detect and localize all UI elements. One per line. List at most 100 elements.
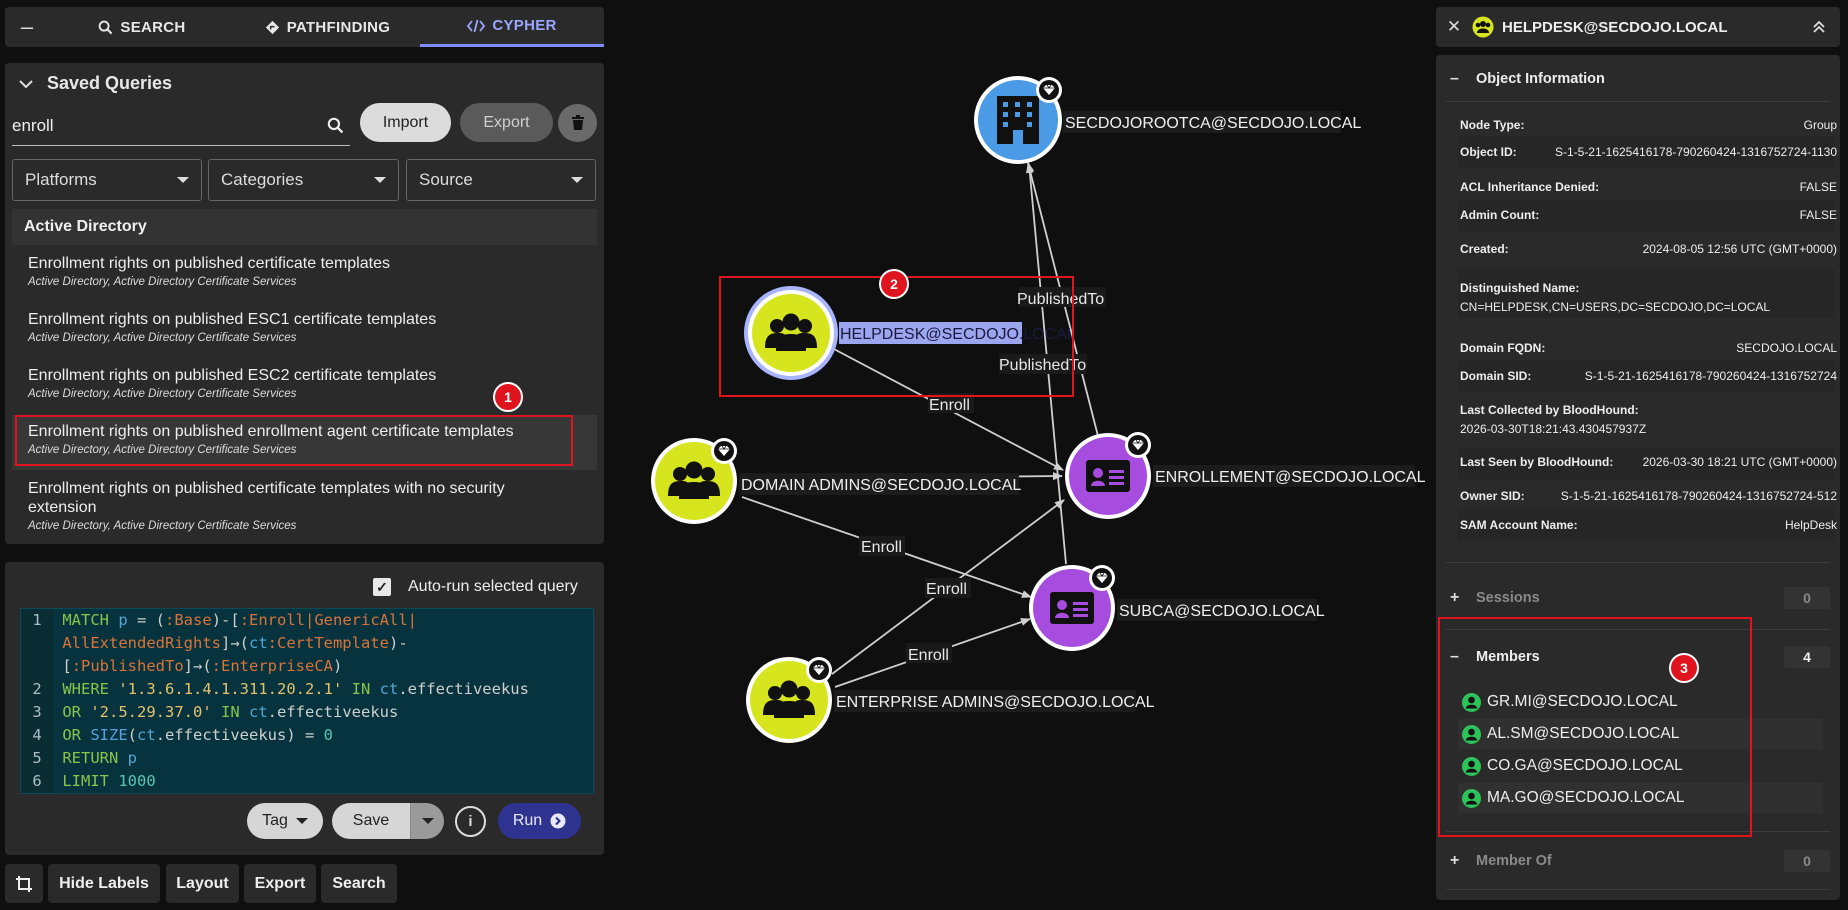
- property-key: Domain FQDN:: [1460, 341, 1546, 355]
- code-token: AllExtendedRights: [62, 634, 221, 652]
- tier-zero-icon: [1124, 431, 1152, 459]
- tier-zero-icon: [1035, 76, 1063, 104]
- graph-canvas[interactable]: PublishedTo PublishedTo Enroll Enroll En…: [610, 0, 1430, 910]
- property-row: Created: 2024-08-05 12:56 UTC (GMT+0000): [1460, 242, 1837, 256]
- tag-button-label: Tag: [262, 812, 288, 829]
- tab-cypher[interactable]: CYPHER: [420, 7, 604, 47]
- query-list-item[interactable]: Enrollment rights on published certifica…: [12, 254, 597, 288]
- run-button[interactable]: Run: [498, 803, 581, 839]
- layout-button[interactable]: Layout: [166, 864, 239, 903]
- line-number: 3: [32, 703, 42, 721]
- collapse-menu-button[interactable]: –: [5, 7, 49, 47]
- hide-labels-button[interactable]: Hide Labels: [48, 864, 160, 903]
- code-token: :Enroll|GenericAll|: [239, 611, 417, 629]
- autorun-label: Auto-run selected query: [408, 578, 578, 595]
- property-key: Created:: [1460, 242, 1509, 256]
- source-select[interactable]: Source: [406, 159, 596, 201]
- object-information-header[interactable]: – Object Information: [1446, 57, 1830, 101]
- query-list-item[interactable]: Enrollment rights on published ESC1 cert…: [12, 310, 597, 344]
- members-count: 4: [1784, 646, 1830, 668]
- crop-button[interactable]: [5, 864, 43, 903]
- autorun-checkbox[interactable]: ✓ Auto-run selected query: [373, 578, 578, 596]
- plus-icon: +: [1450, 852, 1460, 869]
- sessions-label: Sessions: [1476, 590, 1540, 606]
- import-button[interactable]: Import: [360, 103, 451, 142]
- member-of-count: 0: [1784, 850, 1830, 872]
- annotation-box: [15, 415, 573, 466]
- cypher-code-editor[interactable]: 1 MATCH p = (:Base)-[:Enroll|GenericAll|…: [20, 608, 594, 794]
- tab-search-label: SEARCH: [120, 18, 186, 36]
- node-label-subca: SUBCA@SECDOJO.LOCAL: [1119, 603, 1325, 620]
- code-token: ct: [379, 680, 399, 698]
- line-number: 2: [32, 680, 42, 698]
- categories-select[interactable]: Categories: [208, 159, 399, 201]
- saved-queries-header[interactable]: Saved Queries: [19, 73, 172, 94]
- node-label-rootca: SECDOJOROOTCA@SECDOJO.LOCAL: [1065, 115, 1361, 132]
- node-domain-admins[interactable]: DOMAIN ADMINS@SECDOJO.LOCAL: [651, 437, 1021, 524]
- code-token: ]→(: [183, 657, 212, 675]
- property-value: 2024-08-05 12:56 UTC (GMT+0000): [1642, 242, 1837, 256]
- tab-pathfinding[interactable]: PATHFINDING: [235, 7, 420, 47]
- node-rootca[interactable]: SECDOJOROOTCA@SECDOJO.LOCAL: [974, 76, 1361, 164]
- trash-icon: [571, 115, 584, 130]
- building-icon: [997, 96, 1039, 144]
- property-key: Domain SID:: [1460, 369, 1532, 383]
- property-row: Domain SID: S-1-5-21-1625416178-790260424…: [1460, 369, 1837, 383]
- caret-down-icon: [421, 818, 434, 824]
- info-icon[interactable]: i: [455, 806, 486, 837]
- property-row: Node Type: Group: [1460, 118, 1837, 132]
- line-number: 6: [32, 772, 42, 790]
- query-list-item[interactable]: Enrollment rights on published certifica…: [12, 479, 597, 532]
- search-graph-button[interactable]: Search: [321, 864, 397, 903]
- member-of-header[interactable]: + Member Of 0: [1446, 839, 1830, 883]
- minus-icon: –: [1450, 70, 1459, 87]
- sessions-header[interactable]: + Sessions 0: [1446, 576, 1830, 620]
- tag-button[interactable]: Tag: [247, 803, 323, 839]
- save-button-group: Save: [332, 803, 444, 839]
- code-token: = (: [127, 611, 166, 629]
- code-line: AllExtendedRights]→(ct:CertTemplate)-: [21, 632, 591, 655]
- tab-search[interactable]: SEARCH: [49, 7, 235, 47]
- property-value: 2026-03-30T18:21:43.430457937Z: [1460, 422, 1647, 436]
- code-token: (: [127, 726, 138, 744]
- code-token: MATCH: [62, 611, 119, 629]
- categories-select-value: Categories: [221, 170, 304, 189]
- property-value: S-1-5-21-1625416178-790260424-1316752724…: [1560, 489, 1837, 503]
- member-of-label: Member Of: [1476, 853, 1552, 869]
- close-icon[interactable]: ✕: [1436, 17, 1472, 37]
- annotation-badge: 1: [493, 382, 523, 412]
- code-token: :PublishedTo: [71, 657, 184, 675]
- property-row: Object ID: S-1-5-21-1625416178-790260424-…: [1460, 145, 1837, 159]
- code-token: [: [62, 657, 72, 675]
- tab-pathfinding-label: PATHFINDING: [286, 18, 391, 36]
- tier-zero-icon: [805, 656, 833, 684]
- property-row: Distinguished Name: CN=HELPDESK,CN=USERS,…: [1460, 281, 1837, 314]
- collapse-up-icon[interactable]: [1812, 20, 1826, 34]
- code-token: OR: [62, 703, 91, 721]
- export-button[interactable]: Export: [460, 103, 553, 142]
- query-title: Enrollment rights on published certifica…: [28, 480, 505, 516]
- code-token: p: [118, 611, 128, 629]
- export-graph-button[interactable]: Export: [244, 864, 316, 903]
- saved-queries-title: Saved Queries: [47, 73, 173, 93]
- code-token: RETURN: [62, 749, 128, 767]
- id-card-icon: [1050, 592, 1094, 624]
- tab-cypher-label: CYPHER: [492, 17, 557, 34]
- save-button[interactable]: Save: [332, 803, 410, 839]
- property-key: Admin Count:: [1460, 208, 1540, 222]
- node-enterprise-admins[interactable]: ENTERPRISE ADMINS@SECDOJO.LOCAL: [746, 656, 1155, 743]
- code-token: ct: [248, 634, 268, 652]
- property-key: Node Type:: [1460, 118, 1525, 132]
- saved-queries-search-input[interactable]: enroll: [12, 106, 350, 146]
- node-enrollement[interactable]: ENROLLEMENT@SECDOJO.LOCAL: [1065, 431, 1426, 519]
- entity-panel-title: HELPDESK@SECDOJO.LOCAL: [1502, 18, 1728, 36]
- entity-panel-header: ✕ HELPDESK@SECDOJO.LOCAL: [1436, 7, 1840, 47]
- property-row: Admin Count: FALSE: [1460, 208, 1837, 222]
- property-row: Last Collected by BloodHound: 2026-03-30T…: [1460, 403, 1837, 436]
- query-subtitle: Active Directory, Active Directory Certi…: [28, 520, 297, 532]
- node-subca[interactable]: SUBCA@SECDOJO.LOCAL: [1029, 564, 1325, 651]
- node-label-enterprise-admins: ENTERPRISE ADMINS@SECDOJO.LOCAL: [836, 694, 1155, 711]
- delete-button[interactable]: [558, 104, 597, 142]
- code-token: WHERE: [62, 680, 119, 698]
- platforms-select[interactable]: Platforms: [12, 159, 202, 201]
